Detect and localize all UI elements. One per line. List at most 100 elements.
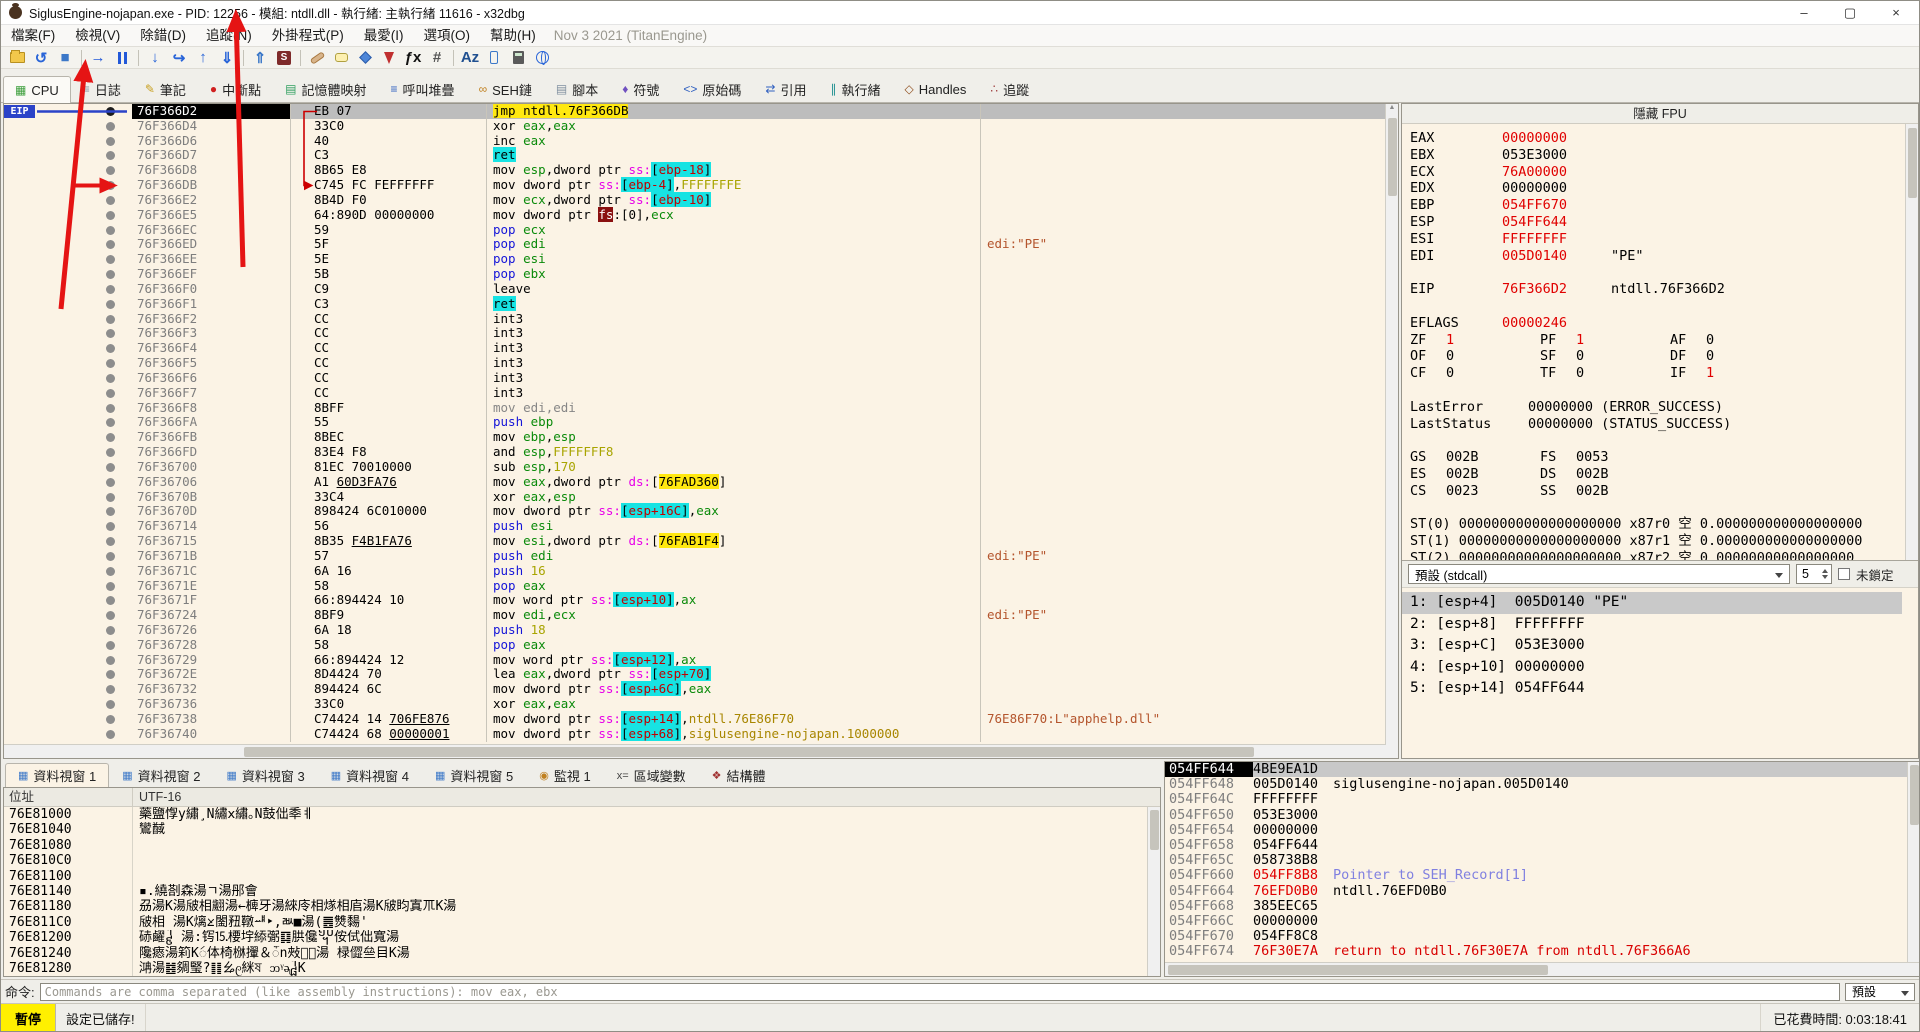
disasm-row-76F366FB[interactable]: 76F366FB8BECmov ebp,esp [4, 430, 1398, 445]
menu-item-V[interactable]: 檢視(V) [65, 25, 130, 47]
stack-row-054FF66C[interactable]: 054FF66C00000000 [1165, 914, 1920, 929]
disasm-row-76F366D6[interactable]: 76F366D640inc eax [4, 134, 1398, 149]
stack-vertical-scrollbar[interactable] [1907, 762, 1920, 962]
flags-of-sf-df[interactable]: OF0SF0DF0 [1410, 348, 1902, 365]
stack-row-054FF648[interactable]: 054FF648005D0140siglusengine-nojapan.005… [1165, 777, 1920, 792]
close-button[interactable]: × [1873, 1, 1919, 24]
dump-tab-資料視窗2[interactable]: ▦資料視窗 2 [109, 763, 213, 787]
breakpoint-gutter[interactable] [4, 252, 132, 267]
label-icon[interactable] [353, 48, 377, 68]
tab-原始碼[interactable]: <>原始碼 [671, 75, 753, 102]
step-out-icon[interactable]: ↑ [191, 48, 215, 68]
menu-item-N[interactable]: 追蹤(N) [196, 25, 262, 47]
register-esi[interactable]: ESIFFFFFFFF [1410, 231, 1902, 248]
breakpoint-gutter[interactable] [4, 549, 132, 564]
register-st1[interactable]: ST(1) 00000000000000000000 x87r1 空 0.000… [1410, 533, 1902, 550]
breakpoint-gutter[interactable] [4, 697, 132, 712]
script-icon[interactable]: S [272, 48, 296, 68]
stack-horizontal-scrollbar[interactable] [1165, 962, 1920, 976]
breakpoint-gutter[interactable] [4, 208, 132, 223]
calling-convention-select[interactable]: 預設 (stdcall) [1408, 564, 1790, 584]
disasm-row-76F366EF[interactable]: 76F366EF5Bpop ebx [4, 267, 1398, 282]
disasm-row-76F3672E[interactable]: 76F3672E8D4424 70lea eax,dword ptr ss:[e… [4, 667, 1398, 682]
menu-item-D[interactable]: 除錯(D) [130, 25, 196, 47]
dump-row-76E81080[interactable]: 76E81080 [4, 838, 1160, 853]
ordinal-icon[interactable]: # [425, 48, 449, 68]
disasm-row-76F36706[interactable]: 76F36706A1 60D3FA76mov eax,dword ptr ds:… [4, 475, 1398, 490]
register-edi[interactable]: EDI005D0140"PE" [1410, 248, 1902, 265]
tab-SEH鏈[interactable]: ∞SEH鏈 [467, 75, 544, 102]
breakpoint-gutter[interactable] [4, 430, 132, 445]
command-input[interactable] [40, 983, 1840, 1001]
breakpoint-gutter[interactable] [4, 682, 132, 697]
disasm-row-76F36732[interactable]: 76F36732894424 6Cmov dword ptr ss:[esp+6… [4, 682, 1398, 697]
tab-筆記[interactable]: ✎筆記 [133, 75, 198, 102]
segment-es-ds[interactable]: ES002BDS002B [1410, 466, 1902, 483]
patch-icon[interactable] [305, 48, 329, 68]
breakpoint-gutter[interactable] [4, 638, 132, 653]
disasm-row-76F36729[interactable]: 76F3672966:894424 12mov word ptr ss:[esp… [4, 653, 1398, 668]
breakpoint-gutter[interactable] [4, 341, 132, 356]
breakpoint-gutter[interactable] [4, 579, 132, 594]
breakpoint-gutter[interactable] [4, 623, 132, 638]
disasm-row-76F36724[interactable]: 76F367248BF9mov edi,ecxedi:"PE" [4, 608, 1398, 623]
dump-row-76E81280[interactable]: 76E81280㴂湯䷾㚋㻨?䷁ㆯ᧙䋛ষ ᦘᵞᶕ᧸K [4, 961, 1160, 976]
dump-tab-資料視窗1[interactable]: ▦資料視窗 1 [5, 763, 109, 787]
disasm-row-76F366F7[interactable]: 76F366F7CCint3 [4, 386, 1398, 401]
dump-tab-資料視窗3[interactable]: ▦資料視窗 3 [214, 763, 318, 787]
breakpoint-gutter[interactable] [4, 282, 132, 297]
disassembly-panel[interactable]: 76F366D2EB 07jmp ntdll.76F366DB76F366D43… [3, 103, 1399, 759]
command-mode-select[interactable]: 預設 [1845, 983, 1915, 1001]
register-ebp[interactable]: EBP054FF670 [1410, 197, 1902, 214]
lock-checkbox[interactable] [1838, 568, 1850, 580]
open-file-icon[interactable] [5, 48, 29, 68]
disasm-row-76F36715[interactable]: 76F367158B35 F4B1FA76mov esi,dword ptr d… [4, 534, 1398, 549]
dump-panel[interactable]: 位址 UTF-16 76E81000藥鹽惸y繡¸N繡ⅹ繡｡N鼓㑁䄹ￋ76E810… [3, 787, 1161, 977]
menu-item-O[interactable]: 選項(O) [414, 25, 481, 47]
function-icon[interactable]: ƒx [401, 48, 425, 68]
tab-引用[interactable]: ⇄引用 [753, 75, 818, 102]
dump-tab-結構體[interactable]: ❖結構體 [699, 763, 779, 787]
disasm-row-76F366D7[interactable]: 76F366D7C3ret [4, 148, 1398, 163]
disasm-row-76F366E5[interactable]: 76F366E564:890D 00000000mov dword ptr fs… [4, 208, 1398, 223]
breakpoint-gutter[interactable] [4, 356, 132, 371]
comment-icon[interactable] [329, 48, 353, 68]
disasm-row-76F3670B[interactable]: 76F3670B33C4xor eax,esp [4, 490, 1398, 505]
disasm-row-76F36738[interactable]: 76F36738C74424 14 706FE876mov dword ptr … [4, 712, 1398, 727]
breakpoint-gutter[interactable] [4, 415, 132, 430]
breakpoint-gutter[interactable] [4, 460, 132, 475]
register-laststatus[interactable]: LastStatus00000000 (STATUS_SUCCESS) [1410, 416, 1902, 433]
breakpoint-gutter[interactable] [4, 445, 132, 460]
memory-device-icon[interactable] [482, 48, 506, 68]
dump-tab-區域變數[interactable]: x=區域變數 [604, 763, 699, 787]
disasm-row-76F366EE[interactable]: 76F366EE5Epop esi [4, 252, 1398, 267]
run-icon[interactable]: → [86, 48, 110, 68]
disasm-row-76F36728[interactable]: 76F3672858pop eax [4, 638, 1398, 653]
register-edx[interactable]: EDX00000000 [1410, 180, 1902, 197]
disasm-row-76F366F4[interactable]: 76F366F4CCint3 [4, 341, 1398, 356]
dump-row-76E81180[interactable]: 76E81180刕湯K湯㿭相翽湯←㯅牙湯䋱㡵相煫相㢂湯K㿭盷寘ㆭK湯 [4, 899, 1160, 914]
breakpoint-gutter[interactable] [4, 163, 132, 178]
tab-記憶體映射[interactable]: ▤記憶體映射 [273, 75, 378, 102]
breakpoint-gutter[interactable] [4, 534, 132, 549]
bookmark-icon[interactable] [377, 48, 401, 68]
dump-row-76E81200[interactable]: 76E81200硳䴞᧹ 湯:䥾⒖楆㘾䋬㣃䷃㬴儳᧪侒侙㑁寬湯 [4, 930, 1160, 945]
breakpoint-gutter[interactable] [4, 371, 132, 386]
breakpoint-gutter[interactable] [4, 519, 132, 534]
register-ebx[interactable]: EBX053E3000 [1410, 147, 1902, 164]
minimize-button[interactable]: – [1781, 1, 1827, 24]
hide-fpu-button[interactable]: 隱藏 FPU [1402, 104, 1918, 124]
breakpoint-gutter[interactable] [4, 193, 132, 208]
dump-tab-資料視窗4[interactable]: ▦資料視窗 4 [318, 763, 422, 787]
tab-Handles[interactable]: ◇Handles [892, 75, 978, 102]
segment-cs-ss[interactable]: CS0023SS002B [1410, 483, 1902, 500]
breakpoint-gutter[interactable] [4, 564, 132, 579]
register-eax[interactable]: EAX00000000 [1410, 130, 1902, 147]
disasm-row-76F3671C[interactable]: 76F3671C6A 16push 16 [4, 564, 1398, 579]
internet-icon[interactable] [530, 48, 554, 68]
tab-呼叫堆疊[interactable]: ≡呼叫堆疊 [379, 75, 467, 102]
run-to-cursor-icon[interactable]: ⇓ [215, 48, 239, 68]
register-esp[interactable]: ESP054FF644 [1410, 214, 1902, 231]
tab-CPU[interactable]: ▦CPU [3, 76, 71, 103]
dump-row-76E810C0[interactable]: 76E810C0 [4, 853, 1160, 868]
